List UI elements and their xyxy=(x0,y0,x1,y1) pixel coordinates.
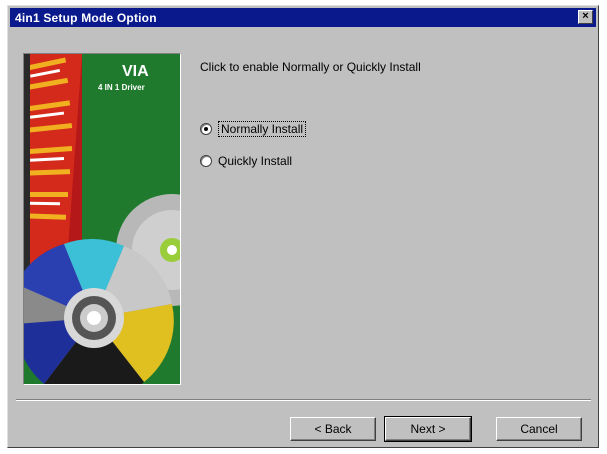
banner-graphic: VIA 4 IN 1 Driver xyxy=(24,54,180,384)
banner-subtitle: 4 IN 1 Driver xyxy=(98,83,145,92)
option-label: Normally Install xyxy=(218,121,307,137)
button-separator xyxy=(16,399,591,401)
cancel-button[interactable]: Cancel xyxy=(496,417,582,441)
radio-selected-dot xyxy=(204,127,208,131)
title-bar[interactable]: 4in1 Setup Mode Option × xyxy=(10,8,596,27)
back-button[interactable]: < Back xyxy=(290,417,376,441)
option-quickly-install[interactable]: Quickly Install xyxy=(200,154,292,168)
option-normally-install[interactable]: Normally Install xyxy=(200,121,307,137)
via-banner-image: VIA 4 IN 1 Driver xyxy=(23,53,181,385)
radio-button[interactable] xyxy=(200,155,212,167)
close-icon: × xyxy=(582,10,589,22)
banner-brand: VIA xyxy=(122,63,149,80)
radio-button[interactable] xyxy=(200,123,212,135)
instruction-text: Click to enable Normally or Quickly Inst… xyxy=(200,60,421,74)
window-title: 4in1 Setup Mode Option xyxy=(15,10,157,25)
next-button[interactable]: Next > xyxy=(384,416,472,442)
close-button[interactable]: × xyxy=(578,10,593,24)
option-label: Quickly Install xyxy=(218,154,293,168)
